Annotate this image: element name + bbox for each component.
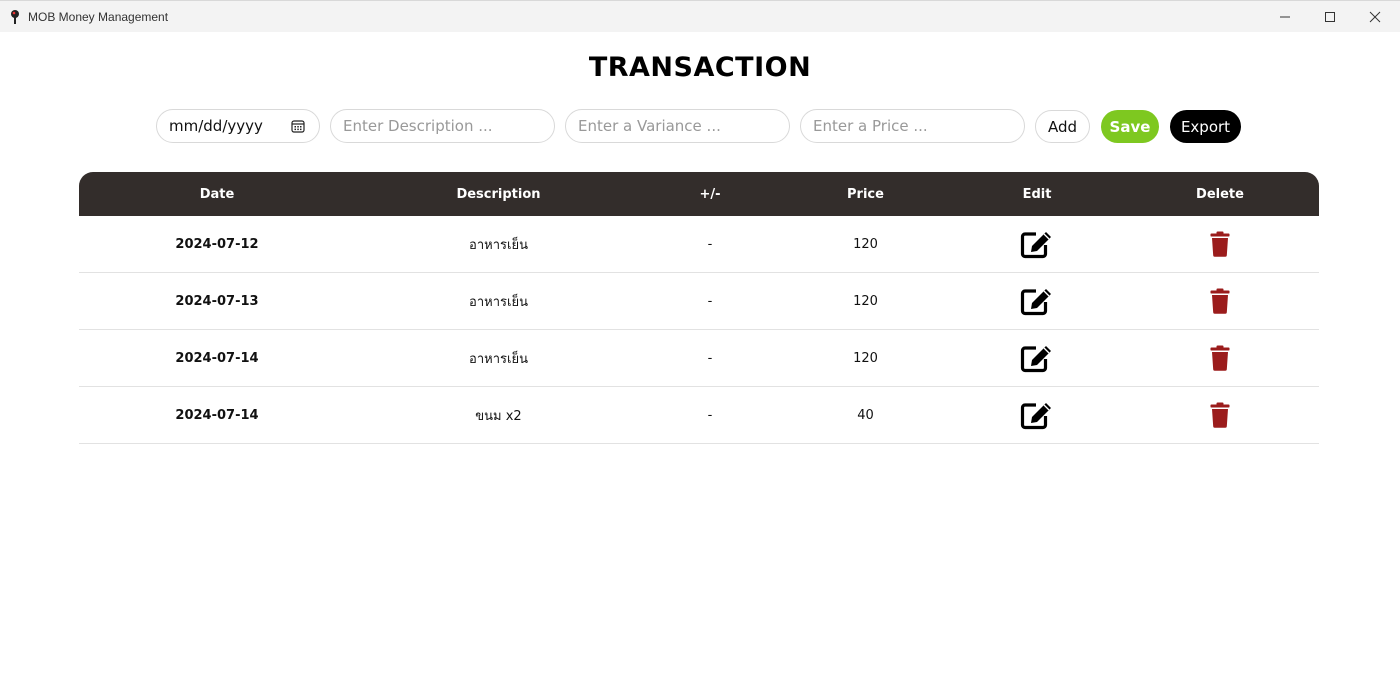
table-row: 2024-07-13 อาหารเย็น - 120 — [79, 273, 1319, 330]
edit-cell — [953, 286, 1121, 316]
delete-cell — [1121, 231, 1319, 257]
delete-cell — [1121, 345, 1319, 371]
edit-icon[interactable] — [1020, 400, 1054, 430]
header-description: Description — [456, 186, 541, 202]
header-date: Date — [199, 186, 235, 202]
edit-cell — [953, 343, 1121, 373]
row-variance: - — [707, 407, 713, 423]
header-edit: Edit — [1022, 186, 1052, 202]
row-price: 120 — [853, 293, 878, 309]
edit-icon[interactable] — [1020, 286, 1054, 316]
transaction-table: Date Description +/- Price Edit Delete 2… — [79, 172, 1319, 444]
maximize-icon — [1325, 12, 1335, 22]
row-price: 120 — [853, 236, 878, 252]
row-date: 2024-07-14 — [175, 407, 259, 423]
table-header: Date Description +/- Price Edit Delete — [79, 172, 1319, 216]
window-title: MOB Money Management — [28, 10, 169, 24]
row-description: อาหารเย็น — [469, 351, 528, 367]
close-icon — [1369, 11, 1381, 23]
window-titlebar: MOB Money Management — [0, 0, 1400, 32]
table-row: 2024-07-14 อาหารเย็น - 120 — [79, 330, 1319, 387]
row-date: 2024-07-12 — [175, 236, 259, 252]
edit-icon[interactable] — [1020, 343, 1054, 373]
price-input[interactable]: Enter a Price ... — [800, 109, 1025, 143]
table-row: 2024-07-14 ขนม x2 - 40 — [79, 387, 1319, 444]
delete-cell — [1121, 288, 1319, 314]
row-variance: - — [707, 350, 713, 366]
variance-placeholder: Enter a Variance ... — [578, 117, 721, 135]
row-description: อาหารเย็น — [469, 237, 528, 253]
calendar-icon[interactable] — [291, 119, 305, 133]
trash-icon[interactable] — [1210, 288, 1230, 314]
trash-icon[interactable] — [1210, 402, 1230, 428]
app-logo-icon — [11, 10, 19, 24]
row-variance: - — [707, 236, 713, 252]
add-button[interactable]: Add — [1035, 110, 1090, 143]
date-input-placeholder: mm/dd/yyyy — [169, 117, 263, 135]
description-placeholder: Enter Description ... — [343, 117, 493, 135]
export-button[interactable]: Export — [1170, 110, 1241, 143]
trash-icon[interactable] — [1210, 345, 1230, 371]
header-variance: +/- — [699, 186, 721, 202]
date-input[interactable]: mm/dd/yyyy — [156, 109, 320, 143]
price-placeholder: Enter a Price ... — [813, 117, 928, 135]
minimize-icon — [1280, 16, 1290, 18]
row-price: 120 — [853, 350, 878, 366]
row-description: ขนม x2 — [475, 408, 522, 424]
trash-icon[interactable] — [1210, 231, 1230, 257]
variance-input[interactable]: Enter a Variance ... — [565, 109, 790, 143]
edit-cell — [953, 229, 1121, 259]
row-date: 2024-07-14 — [175, 350, 259, 366]
save-button[interactable]: Save — [1101, 110, 1159, 143]
minimize-button[interactable] — [1262, 1, 1308, 33]
delete-cell — [1121, 402, 1319, 428]
edit-cell — [953, 400, 1121, 430]
row-price: 40 — [857, 407, 874, 423]
row-description: อาหารเย็น — [469, 294, 528, 310]
row-variance: - — [707, 293, 713, 309]
close-button[interactable] — [1352, 1, 1398, 33]
maximize-button[interactable] — [1307, 1, 1353, 33]
description-input[interactable]: Enter Description ... — [330, 109, 555, 143]
edit-icon[interactable] — [1020, 229, 1054, 259]
header-delete: Delete — [1196, 186, 1244, 202]
row-date: 2024-07-13 — [175, 293, 259, 309]
page-title: TRANSACTION — [588, 52, 812, 83]
table-row: 2024-07-12 อาหารเย็น - 120 — [79, 216, 1319, 273]
header-price: Price — [847, 186, 884, 202]
